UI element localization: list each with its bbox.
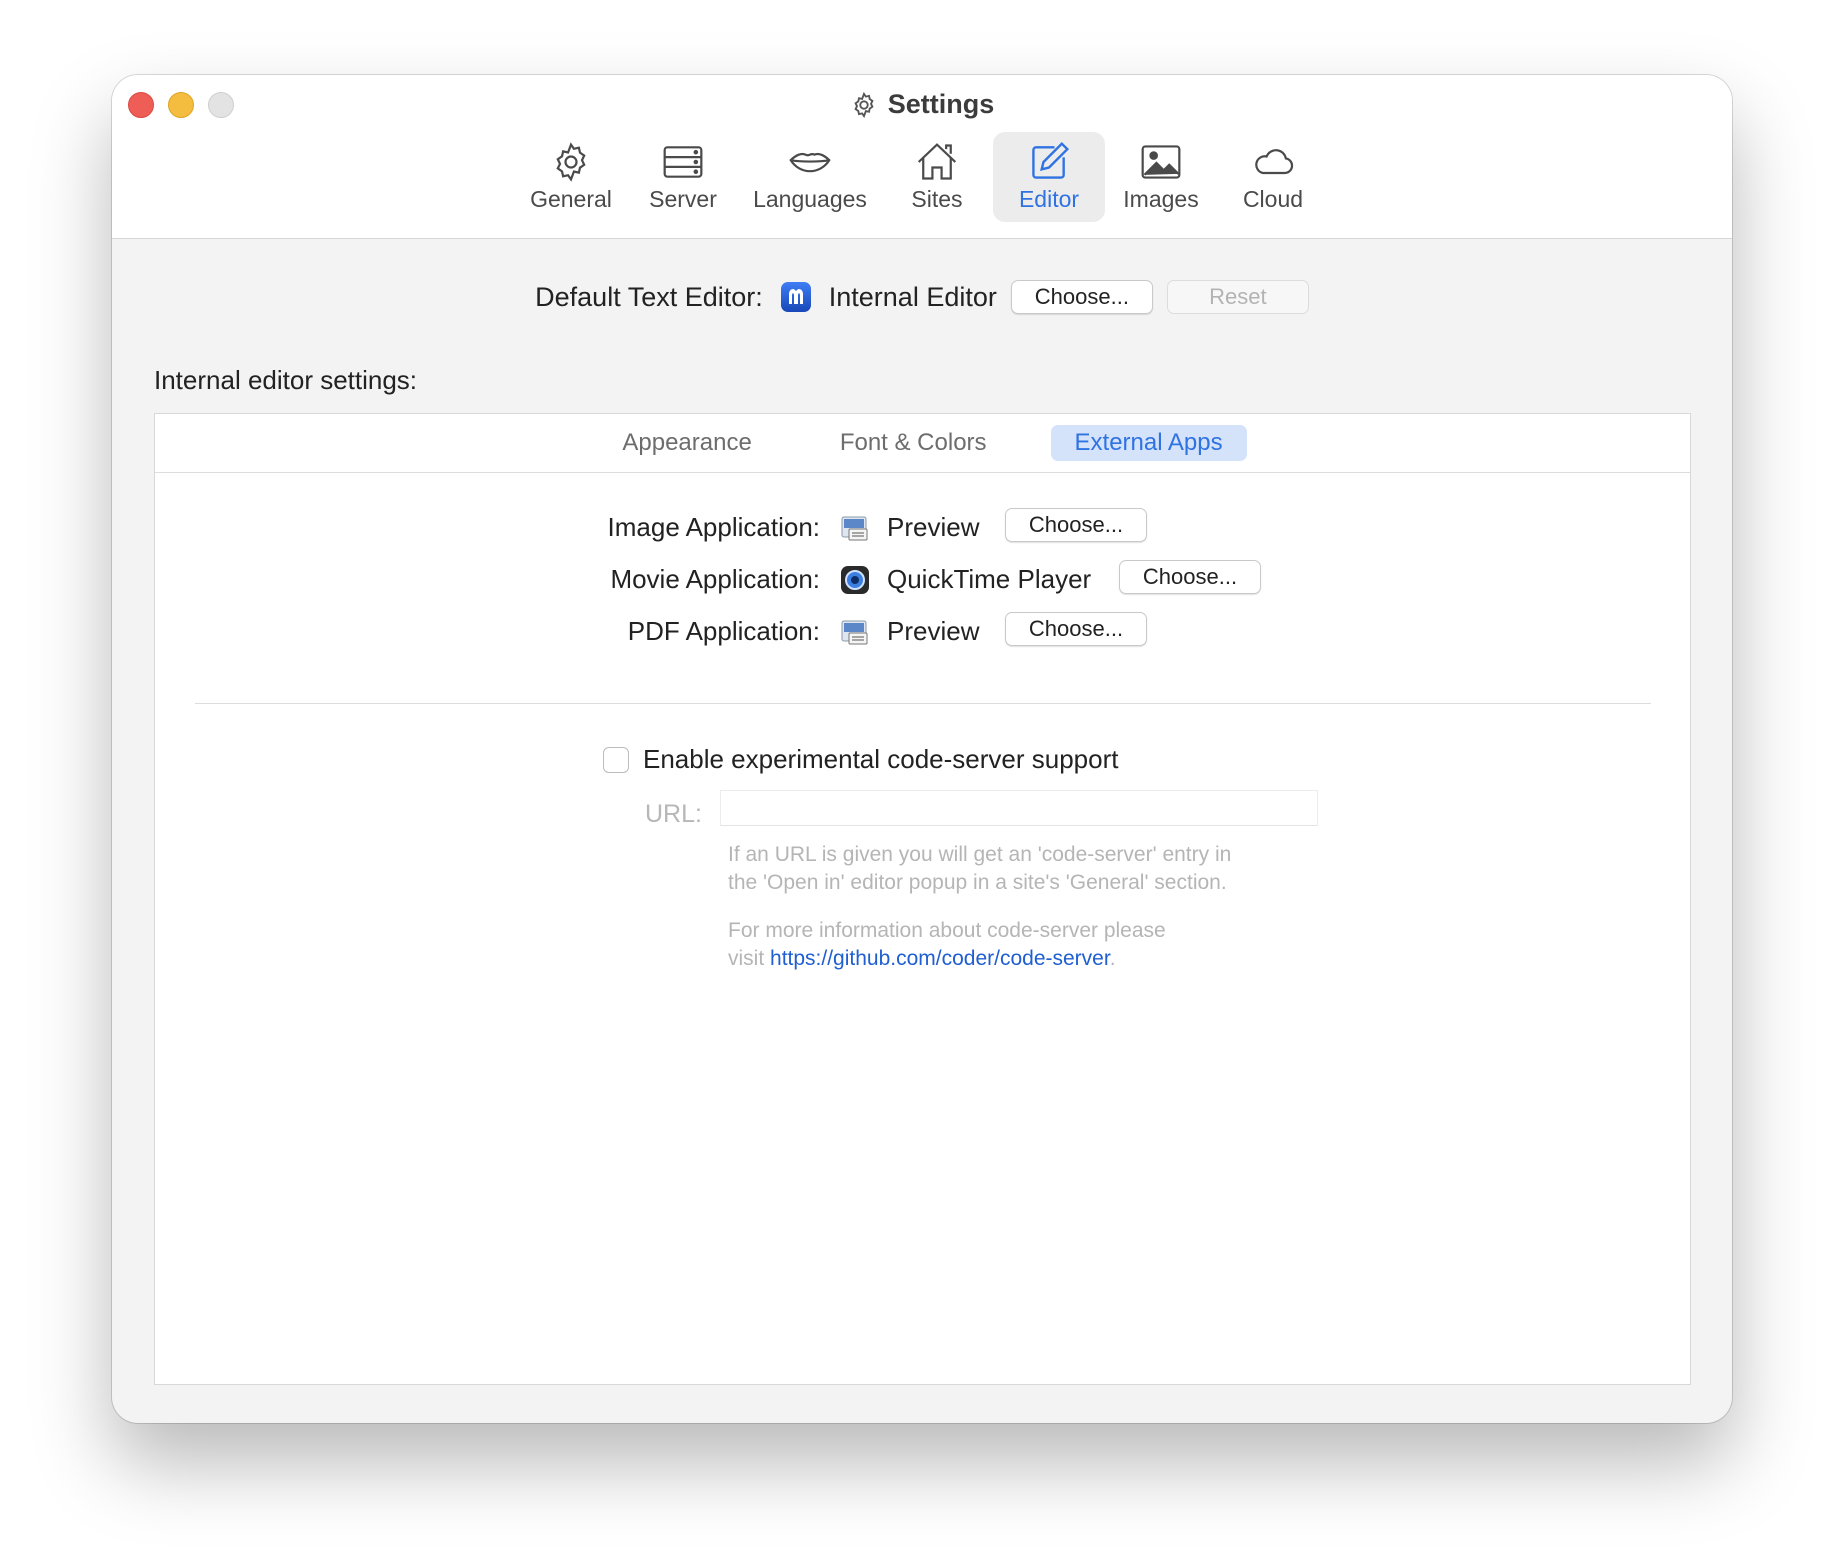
code-server-checkbox[interactable] bbox=[603, 746, 629, 773]
gear-icon bbox=[854, 91, 874, 118]
preview-app-icon bbox=[841, 516, 868, 541]
image-application-row: Image Application: Preview Choose... bbox=[155, 508, 1690, 548]
tab-images[interactable]: Images bbox=[1105, 132, 1217, 222]
image-application-label: Image Application: bbox=[607, 512, 820, 542]
tab-editor-label: Editor bbox=[1018, 186, 1080, 212]
url-label: URL: bbox=[645, 800, 702, 828]
edit-icon bbox=[1032, 141, 1070, 179]
tab-server-label: Server bbox=[649, 186, 717, 212]
code-server-info-line-2: visit https://github.com/coder/code-serv… bbox=[728, 945, 1328, 973]
visit-text: visit bbox=[728, 947, 765, 970]
movie-application-name: QuickTime Player bbox=[887, 564, 1092, 594]
tab-editor[interactable]: Editor bbox=[993, 132, 1105, 222]
internal-settings-panel: Appearance Font & Colors External Apps I… bbox=[154, 413, 1691, 1385]
pdf-application-name: Preview bbox=[887, 616, 980, 646]
code-server-hint: If an URL is given you will get an 'code… bbox=[728, 841, 1328, 897]
tab-general[interactable]: General bbox=[515, 132, 627, 222]
preview-app-icon bbox=[841, 620, 868, 645]
tab-appearance[interactable]: Appearance bbox=[598, 425, 775, 461]
tab-server[interactable]: Server bbox=[627, 132, 739, 222]
tab-cloud-label: Cloud bbox=[1242, 186, 1304, 212]
code-server-checkbox-row: Enable experimental code-server support bbox=[603, 744, 1118, 775]
code-server-link[interactable]: https://github.com/coder/code-server bbox=[770, 947, 1110, 970]
internal-editor-app-icon bbox=[780, 282, 811, 312]
lips-icon bbox=[789, 152, 831, 173]
movie-application-label: Movie Application: bbox=[610, 564, 820, 594]
settings-toolbar: General Server Languages Sites Editor Im… bbox=[112, 132, 1732, 222]
tab-sites-label: Sites bbox=[911, 186, 963, 212]
pdf-application-label: PDF Application: bbox=[627, 616, 820, 646]
reset-default-editor-button[interactable]: Reset bbox=[1166, 280, 1309, 314]
image-application-name: Preview bbox=[887, 512, 980, 542]
tab-languages-label: Languages bbox=[753, 186, 867, 212]
internal-settings-tabs: Appearance Font & Colors External Apps bbox=[155, 414, 1690, 473]
image-icon bbox=[1141, 145, 1181, 179]
code-server-info-line-1: For more information about code-server p… bbox=[728, 919, 1166, 942]
movie-application-row: Movie Application: QuickTime Player Choo… bbox=[155, 560, 1690, 600]
divider bbox=[195, 703, 1651, 704]
title-bar: Settings General Server Languages Sites … bbox=[112, 75, 1732, 239]
choose-image-app-button[interactable]: Choose... bbox=[1005, 508, 1147, 542]
code-server-hint-line-1: If an URL is given you will get an 'code… bbox=[728, 843, 1232, 866]
pdf-application-row: PDF Application: Preview Choose... bbox=[155, 612, 1690, 652]
choose-pdf-app-button[interactable]: Choose... bbox=[1005, 612, 1147, 646]
window-title: Settings bbox=[112, 89, 1732, 120]
server-icon bbox=[663, 146, 703, 178]
code-server-checkbox-label[interactable]: Enable experimental code-server support bbox=[643, 744, 1118, 775]
tab-font-colors[interactable]: Font & Colors bbox=[816, 425, 1011, 461]
period-text: . bbox=[1109, 947, 1116, 970]
default-editor-app-name: Internal Editor bbox=[828, 281, 997, 312]
cloud-icon bbox=[1255, 149, 1294, 175]
house-icon bbox=[917, 143, 957, 180]
default-editor-row: Default Text Editor: Internal Editor Cho… bbox=[112, 280, 1732, 314]
window-title-text: Settings bbox=[887, 89, 995, 119]
code-server-hint-line-2: the 'Open in' editor popup in a site's '… bbox=[728, 871, 1227, 894]
tab-general-label: General bbox=[530, 186, 612, 212]
settings-window: Settings General Server Languages Sites … bbox=[112, 75, 1732, 1423]
code-server-info: For more information about code-server p… bbox=[728, 917, 1328, 973]
tab-images-label: Images bbox=[1123, 186, 1199, 212]
choose-default-editor-button[interactable]: Choose... bbox=[1010, 280, 1153, 314]
url-input[interactable] bbox=[720, 790, 1318, 826]
quicktime-app-icon bbox=[841, 566, 869, 594]
internal-settings-label: Internal editor settings: bbox=[154, 365, 418, 395]
tab-languages[interactable]: Languages bbox=[739, 132, 881, 222]
tab-sites[interactable]: Sites bbox=[881, 132, 993, 222]
default-editor-label: Default Text Editor: bbox=[535, 281, 763, 312]
choose-movie-app-button[interactable]: Choose... bbox=[1119, 560, 1261, 594]
tab-external-apps[interactable]: External Apps bbox=[1050, 425, 1247, 461]
tab-cloud[interactable]: Cloud bbox=[1217, 132, 1329, 222]
gear-icon bbox=[556, 142, 586, 182]
